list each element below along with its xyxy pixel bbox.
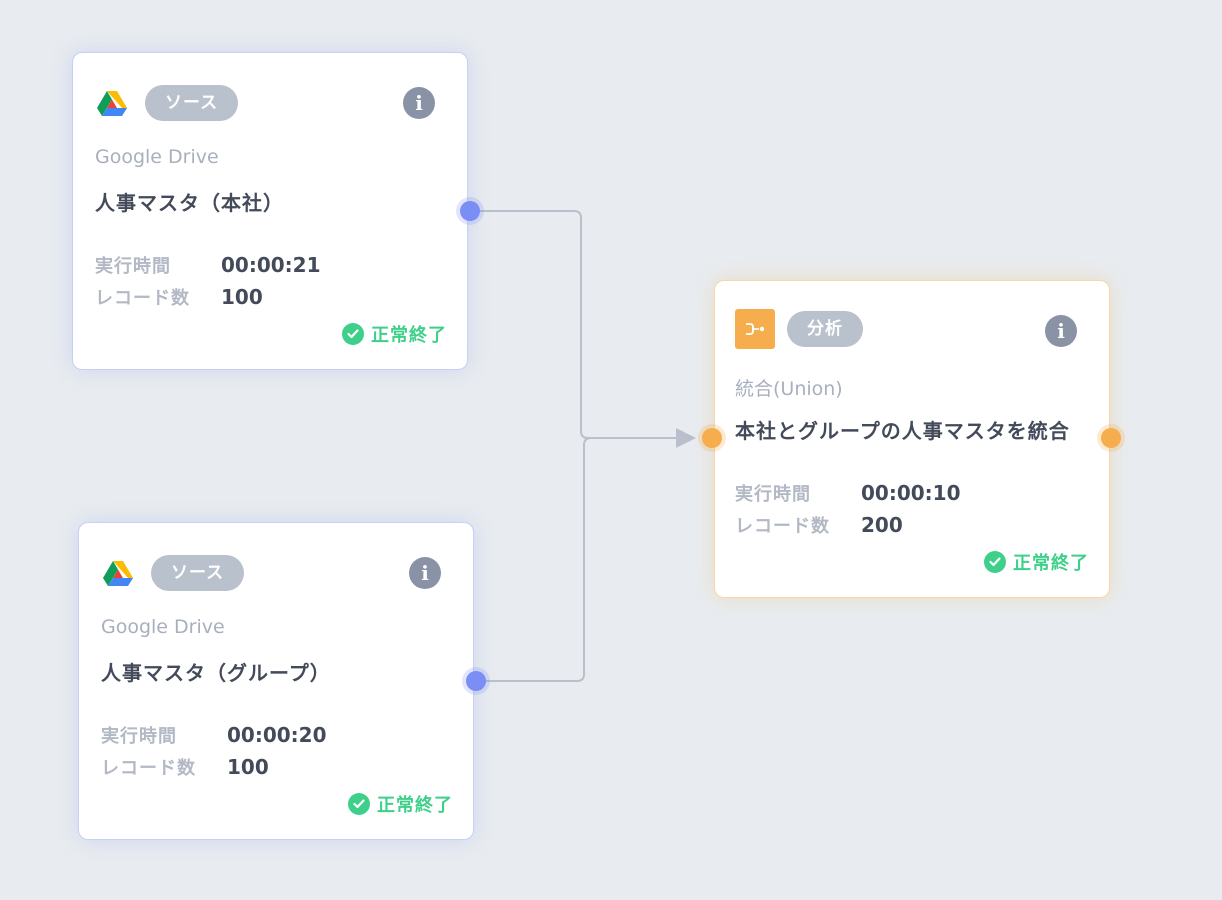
- info-icon[interactable]: i: [409, 557, 441, 589]
- node-title: 人事マスタ（グループ）: [101, 661, 331, 685]
- node-stats: 実行時間 00:00:10 レコード数 200: [735, 477, 961, 541]
- node-stats: 実行時間 00:00:21 レコード数 100: [95, 249, 321, 313]
- node-type-badge: 分析: [787, 311, 863, 347]
- status-text: 正常終了: [371, 325, 447, 346]
- record-count-label: レコード数: [95, 288, 190, 309]
- node-type-badge: ソース: [151, 555, 245, 591]
- edge-source-group-to-union: [476, 437, 676, 682]
- exec-time-value: 00:00:10: [861, 481, 961, 505]
- node-header: ソース i: [103, 555, 441, 591]
- source-node-group[interactable]: ソース i Google Drive 人事マスタ（グループ） 実行時間 00:0…: [78, 522, 474, 840]
- node-category: Google Drive: [95, 146, 219, 168]
- record-count-label: レコード数: [735, 516, 830, 537]
- record-count-label: レコード数: [101, 758, 196, 779]
- input-port-union[interactable]: [702, 428, 722, 448]
- check-circle-icon: [342, 323, 364, 345]
- node-header: 分析 i: [735, 309, 1077, 349]
- node-title: 人事マスタ（本社）: [95, 191, 284, 215]
- node-title: 本社とグループの人事マスタを統合: [735, 419, 1070, 443]
- output-port-honsha[interactable]: [460, 201, 480, 221]
- node-stats: 実行時間 00:00:20 レコード数 100: [101, 719, 327, 783]
- exec-time-label: 実行時間: [95, 256, 171, 277]
- node-type-badge: ソース: [145, 85, 239, 121]
- edge-source-honsha-to-union: [470, 210, 676, 439]
- status-badge: 正常終了: [984, 549, 1089, 575]
- status-text: 正常終了: [377, 795, 453, 816]
- analysis-node-union[interactable]: 分析 i 統合(Union) 本社とグループの人事マスタを統合 実行時間 00:…: [714, 280, 1110, 598]
- info-icon[interactable]: i: [1045, 315, 1077, 347]
- record-count-value: 100: [227, 755, 269, 779]
- exec-time-value: 00:00:21: [221, 253, 321, 277]
- status-badge: 正常終了: [348, 791, 453, 817]
- record-count-value: 100: [221, 285, 263, 309]
- check-circle-icon: [984, 551, 1006, 573]
- exec-time-label: 実行時間: [101, 726, 177, 747]
- pipeline-canvas[interactable]: ソース i Google Drive 人事マスタ（本社） 実行時間 00:00:…: [0, 0, 1222, 900]
- edge-arrowhead: [676, 428, 696, 448]
- check-circle-icon: [348, 793, 370, 815]
- node-header: ソース i: [97, 85, 435, 121]
- exec-time-label: 実行時間: [735, 484, 811, 505]
- status-badge: 正常終了: [342, 321, 447, 347]
- union-merge-icon: [735, 309, 775, 349]
- record-count-value: 200: [861, 513, 903, 537]
- google-drive-icon: [97, 90, 127, 116]
- node-category: 統合(Union): [735, 378, 843, 400]
- output-port-union[interactable]: [1101, 428, 1121, 448]
- output-port-group[interactable]: [466, 671, 486, 691]
- source-node-honsha[interactable]: ソース i Google Drive 人事マスタ（本社） 実行時間 00:00:…: [72, 52, 468, 370]
- status-text: 正常終了: [1013, 553, 1089, 574]
- exec-time-value: 00:00:20: [227, 723, 327, 747]
- node-category: Google Drive: [101, 616, 225, 638]
- info-icon[interactable]: i: [403, 87, 435, 119]
- google-drive-icon: [103, 560, 133, 586]
